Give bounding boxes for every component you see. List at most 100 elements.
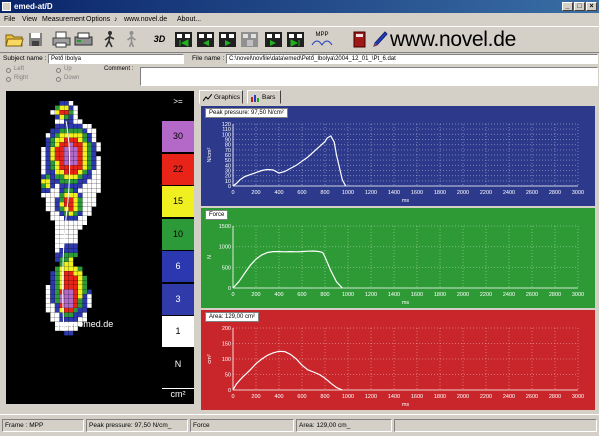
tab-graphics[interactable]: Graphics: [199, 90, 243, 104]
foot-sensor-cell: [64, 289, 69, 294]
foot-sensor-cell: [50, 137, 55, 143]
radio-right[interactable]: [6, 77, 11, 82]
y-tick-label: 60: [225, 153, 231, 159]
foot-sensor-cell: [73, 114, 78, 120]
foot-sensor-cell: [55, 151, 60, 156]
foot-sensor-cell: [59, 294, 64, 299]
menu-view[interactable]: View: [22, 13, 37, 26]
foot-sensor-cell: [82, 183, 87, 189]
foot-sensor-cell: [82, 289, 87, 294]
foot-sensor-cell: [50, 303, 55, 308]
foot-sensor-cell: [73, 294, 78, 299]
foot-sensor-cell: [50, 142, 55, 147]
foot-sensor-cell: [50, 179, 55, 184]
foot-sensor-cell: [78, 156, 83, 161]
x-tick-label: 2400: [503, 190, 515, 196]
foot-sensor-cell: [55, 312, 60, 317]
x-tick-label: 2200: [480, 394, 492, 400]
foot-sensor-cell: [55, 220, 60, 225]
radio-down[interactable]: [56, 77, 61, 82]
scale-cell-n: N: [162, 348, 194, 380]
foot-sensor-cell: [41, 193, 46, 198]
foot-sensor-cell: [78, 197, 83, 202]
film-prev-icon[interactable]: [196, 30, 215, 49]
book-icon[interactable]: [350, 30, 369, 49]
foot-sensor-cell: [68, 225, 74, 230]
foot-sensor-cell: [78, 137, 83, 143]
foot-sensor-cell: [64, 156, 69, 161]
foot-sensor-cell: [82, 197, 87, 202]
foot-sensor-cell: [59, 285, 64, 290]
menu-measurement[interactable]: Measurement: [42, 13, 85, 26]
film-next-icon[interactable]: [264, 30, 283, 49]
menu-file[interactable]: File: [4, 13, 15, 26]
foot-sensor-cell: [50, 151, 55, 156]
maximize-button[interactable]: □: [574, 2, 585, 11]
force-title: Force: [205, 210, 229, 220]
foot-sensor-cell: [78, 220, 83, 225]
foot-sensor-cell: [41, 188, 46, 193]
file-name-field[interactable]: C:\novel\novfile\data\emed\Pető_Ibolya\2…: [226, 54, 598, 64]
x-tick-label: 1800: [434, 394, 446, 400]
radio-up[interactable]: [56, 68, 61, 73]
print-icon[interactable]: [52, 30, 71, 49]
foot-sensor-cell: [87, 179, 92, 184]
film-stop-icon[interactable]: [240, 30, 259, 49]
foot-sensor-cell: [55, 147, 60, 152]
foot-sensor-cell: [55, 188, 60, 193]
foot-sensor-cell: [96, 174, 101, 179]
foot-sensor-cell: [64, 179, 69, 184]
film-play-icon[interactable]: [218, 30, 237, 49]
graphics-icon: [203, 94, 212, 102]
menu-options[interactable]: Options: [86, 13, 110, 26]
radio-left[interactable]: [6, 68, 11, 73]
film-last-icon[interactable]: [286, 30, 305, 49]
walking-person-icon[interactable]: [100, 30, 119, 49]
foot-sensor-cell: [73, 216, 78, 221]
foot-sensor-cell: [50, 271, 55, 276]
pen-icon[interactable]: [371, 30, 390, 49]
foot-sensor-cell: [82, 285, 87, 290]
foot-sensor-cell: [64, 105, 69, 110]
y-tick-label: 90: [225, 138, 231, 144]
foot-sensor-cell: [64, 303, 69, 308]
film-first-icon[interactable]: [174, 30, 193, 49]
foot-sensor-cell: [68, 243, 74, 248]
menu-about[interactable]: About...: [177, 13, 201, 26]
minimize-button[interactable]: _: [562, 2, 573, 11]
y-axis-label: cm²: [207, 354, 213, 363]
status-peak: Peak pressure: 97,50 N/cm_: [86, 419, 188, 432]
foot-sensor-cell: [78, 206, 83, 212]
foot-sensor-cell: [78, 151, 83, 156]
foot-sensor-cell: [64, 220, 69, 225]
foot-sensor-cell: [91, 179, 97, 184]
menu-link[interactable]: www.novel.de: [124, 13, 167, 26]
standing-person-icon[interactable]: [122, 30, 141, 49]
foot-sensor-cell: [68, 239, 74, 244]
3d-view-icon[interactable]: 3D: [150, 30, 169, 49]
radio-down-label: Down: [64, 75, 80, 81]
subject-name-field[interactable]: Pető Ibolya: [48, 54, 184, 64]
tab-bars[interactable]: Bars: [247, 90, 281, 104]
foot-sensor-cell: [91, 142, 97, 147]
mpp-icon[interactable]: MPP: [310, 30, 334, 49]
x-tick-label: 2000: [457, 190, 469, 196]
foot-sensor-cell: [45, 174, 51, 179]
save-disk-icon[interactable]: [26, 30, 45, 49]
foot-sensor-cell: [78, 280, 83, 285]
x-tick-label: 800: [320, 292, 329, 298]
foot-sensor-cell: [59, 151, 64, 156]
foot-sensor-cell: [87, 188, 92, 193]
open-folder-icon[interactable]: [5, 30, 24, 49]
foot-sensor-cell: [55, 202, 60, 207]
comment-field[interactable]: [140, 67, 598, 86]
status-force: Force: [190, 419, 294, 432]
printer-icon[interactable]: [74, 30, 93, 49]
foot-sensor-cell: [73, 142, 78, 147]
foot-sensor-cell: [50, 298, 55, 304]
foot-pressure-map[interactable]: www.emed.de: [6, 91, 162, 404]
foot-sensor-cell: [41, 179, 46, 184]
foot-sensor-cell: [68, 248, 74, 253]
close-button[interactable]: ×: [586, 2, 597, 11]
foot-sensor-cell: [64, 174, 69, 179]
